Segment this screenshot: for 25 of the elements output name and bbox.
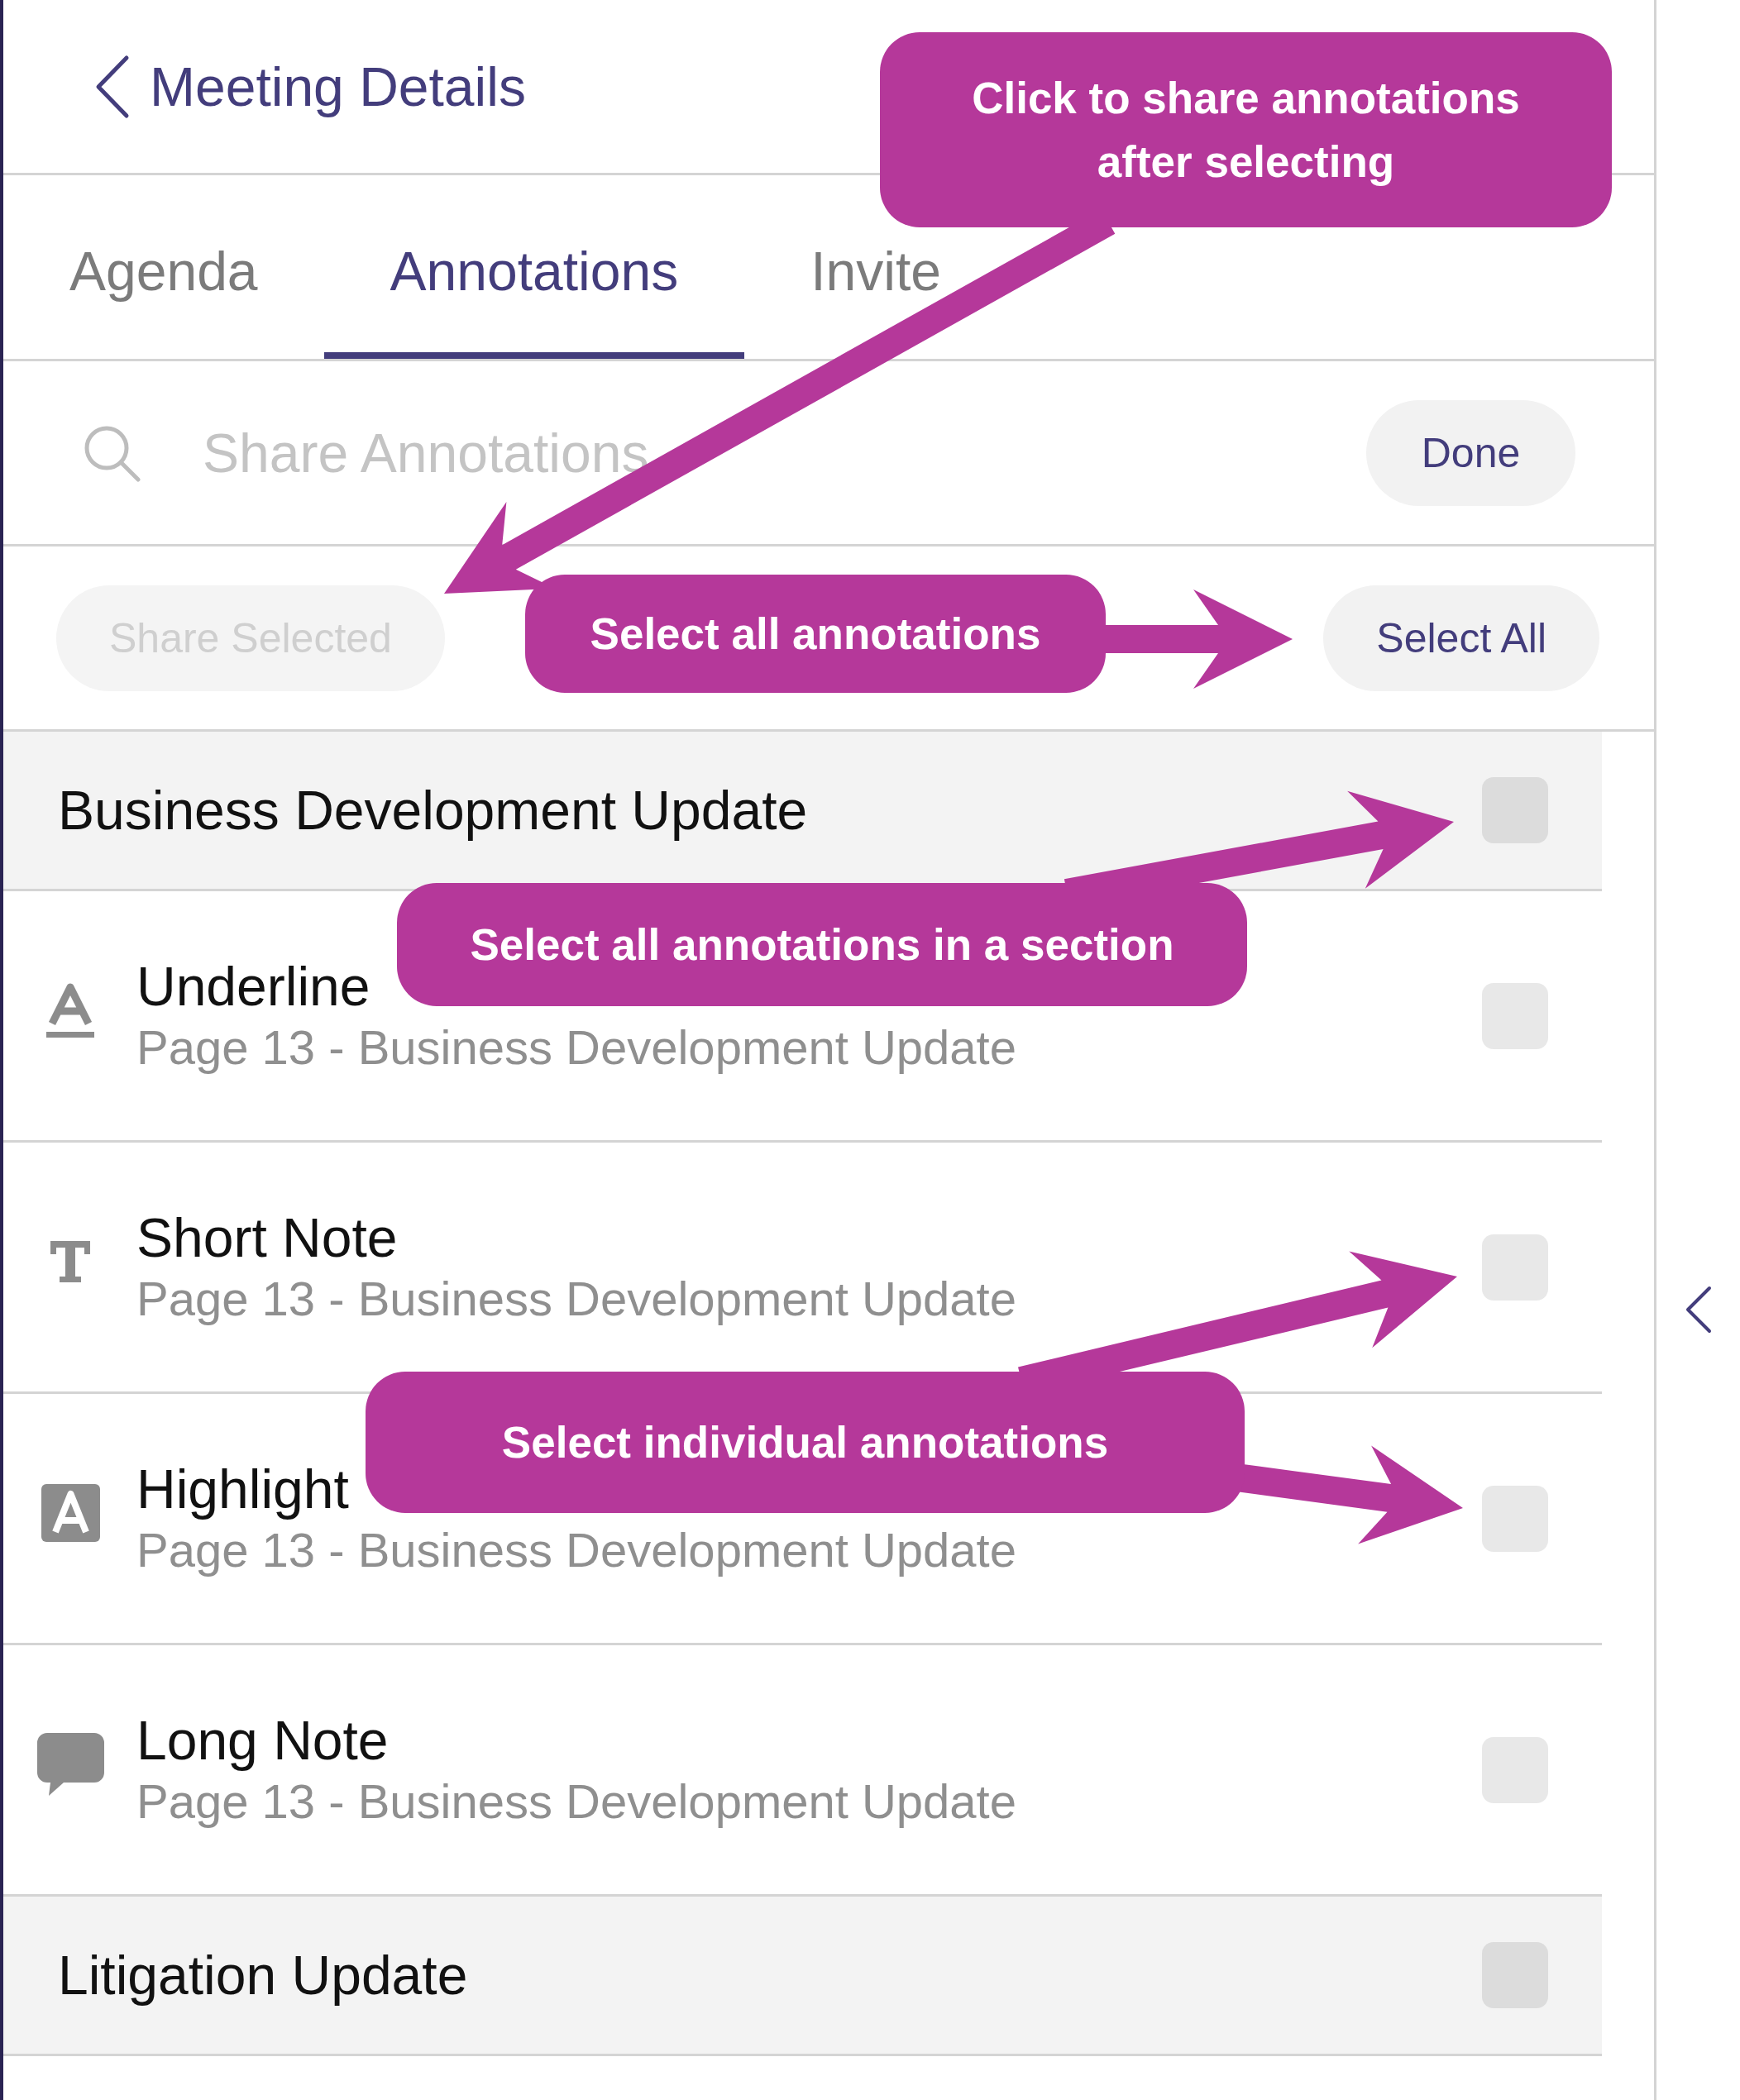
callout-tooltip: Select all annotations in a section bbox=[397, 883, 1247, 1006]
chevron-icon[interactable] bbox=[1684, 1286, 1713, 1334]
annotation-location: Page 13 - Business Development Update bbox=[136, 1019, 1016, 1076]
annotation-title: Short Note bbox=[136, 1205, 398, 1269]
highlight-icon bbox=[41, 1483, 100, 1542]
tab[interactable]: Agenda bbox=[3, 175, 324, 359]
select-all-button[interactable]: Select All bbox=[1323, 585, 1599, 691]
annotation-location: Page 13 - Business Development Update bbox=[136, 1773, 1016, 1830]
annotation-title: Highlight bbox=[136, 1457, 349, 1520]
section-title: Business Development Update bbox=[58, 779, 808, 842]
back-button[interactable]: Meeting Details bbox=[90, 50, 529, 122]
speech-bubble-icon bbox=[36, 1732, 104, 1796]
callout-tooltip: Select all annotations bbox=[525, 575, 1106, 693]
callout-tooltip: Select individual annotations bbox=[366, 1372, 1245, 1513]
annotation-title: Underline bbox=[136, 954, 370, 1018]
section-title: Litigation Update bbox=[58, 1944, 468, 2007]
done-button[interactable]: Done bbox=[1366, 399, 1575, 506]
annotation-location: Page 13 - Business Development Update bbox=[136, 1270, 1016, 1327]
text-icon bbox=[49, 1239, 92, 1284]
annotation-title: Long Note bbox=[136, 1708, 389, 1772]
underline-icon bbox=[46, 981, 94, 1038]
search-field[interactable]: Share Annotations bbox=[203, 415, 1278, 490]
tab[interactable]: Annotations bbox=[323, 175, 745, 359]
annotation-location: Page 13 - Business Development Update bbox=[136, 1521, 1016, 1578]
callout-tooltip: Click to share annotations after selecting bbox=[880, 32, 1612, 227]
